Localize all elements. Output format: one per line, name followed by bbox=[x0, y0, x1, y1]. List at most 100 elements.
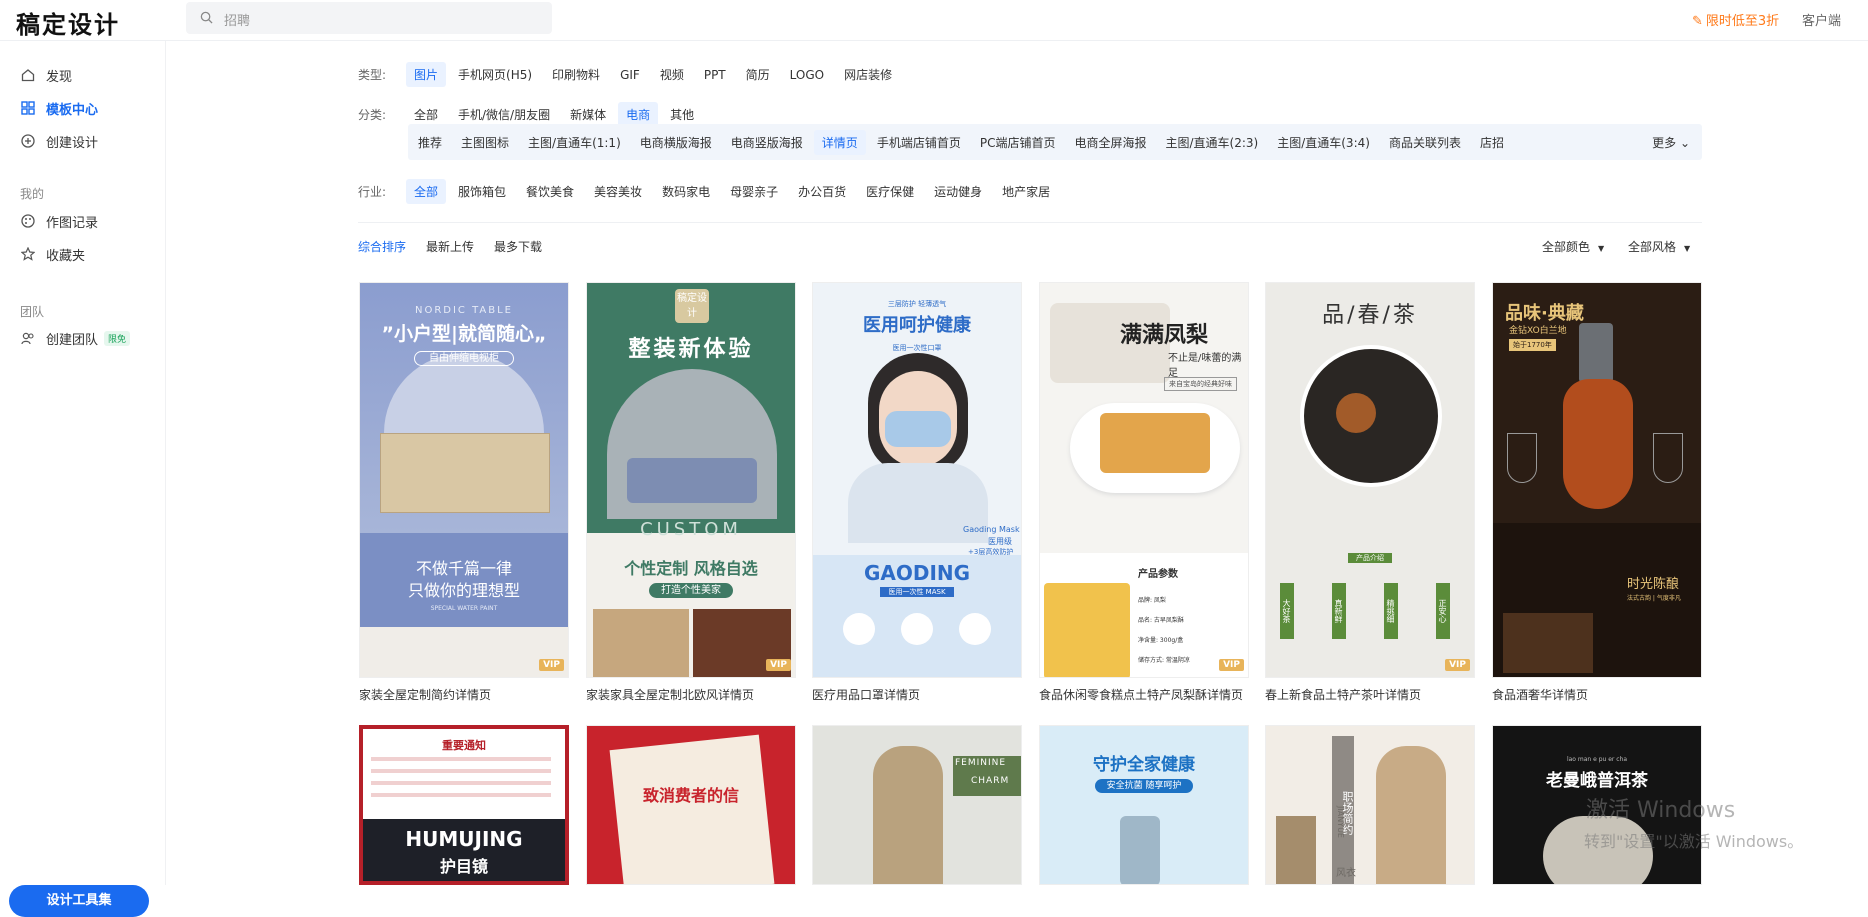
template-thumbnail[interactable]: 三层防护 轻薄透气 医用呵护健康 医用一次性口罩 Gaoding Mask 医用… bbox=[812, 282, 1022, 678]
type-chip[interactable]: 视频 bbox=[652, 62, 692, 87]
team-icon bbox=[20, 330, 36, 346]
sort-option[interactable]: 综合排序 bbox=[358, 238, 406, 255]
card-text: 法式古韵 | 气度非凡 bbox=[1627, 595, 1681, 602]
sidebar-item-label: 创建设计 bbox=[46, 135, 99, 151]
industry-chip[interactable]: 办公百货 bbox=[790, 179, 854, 204]
template-thumbnail[interactable]: NORDIC TABLE ”小户型|就简随心„ 自由伸缩电视柜 不做千篇一律 只… bbox=[359, 282, 569, 678]
sidebar-item-create[interactable]: 创建设计 bbox=[0, 126, 166, 156]
sidebar-item-templates[interactable]: 模板中心 bbox=[0, 93, 166, 123]
more-button[interactable]: 更多 ⌄ bbox=[1652, 134, 1690, 151]
template-thumbnail[interactable]: 重要通知 HUMUJING 护目镜 bbox=[359, 725, 569, 885]
sofa-image bbox=[627, 458, 757, 503]
search-box[interactable]: 招聘 bbox=[186, 2, 552, 34]
subcategory-chip[interactable]: 电商横版海报 bbox=[632, 130, 720, 155]
template-title[interactable]: 医疗用品口罩详情页 bbox=[812, 686, 1042, 703]
sort-row: 综合排序 最新上传 最多下载 bbox=[358, 238, 562, 255]
template-thumbnail[interactable]: 品/春/茶 产品介绍 大好茶 真新鲜 精挑细 正安心 VIP bbox=[1265, 282, 1475, 678]
subcategory-chip[interactable]: 主图/直通车(2:3) bbox=[1157, 130, 1266, 155]
caret-down-icon: ▼ bbox=[1684, 244, 1691, 253]
vip-badge: VIP bbox=[539, 659, 564, 671]
sidebar-item-history[interactable]: 作图记录 bbox=[0, 206, 166, 236]
template-title[interactable]: 春上新食品土特产茶叶详情页 bbox=[1265, 686, 1495, 703]
sidebar-item-discover[interactable]: 发现 bbox=[0, 60, 166, 90]
industry-chip[interactable]: 运动健身 bbox=[926, 179, 990, 204]
template-thumbnail[interactable]: FEMININE CHARM bbox=[812, 725, 1022, 885]
sort-option[interactable]: 最新上传 bbox=[426, 238, 474, 255]
promo-link[interactable]: ✎ 限时低至3折 bbox=[1692, 10, 1779, 29]
subcategory-chip[interactable]: 电商竖版海报 bbox=[723, 130, 811, 155]
industry-chip[interactable]: 服饰箱包 bbox=[450, 179, 514, 204]
card-text: 精挑细 bbox=[1384, 583, 1398, 639]
template-card[interactable]: 稿定设计 整装新体验 CUSTOM 个性定制 风格自选 打造个性美家 VIP 家… bbox=[586, 282, 796, 702]
template-card[interactable]: 满满凤梨 不止是/味蕾的满足 来自宝岛的经典好味 产品参数 品牌: 凤梨 品名:… bbox=[1039, 282, 1249, 702]
type-chip[interactable]: 网店装修 bbox=[836, 62, 900, 87]
type-chip[interactable]: 印刷物料 bbox=[544, 62, 608, 87]
subcategory-chip[interactable]: 商品关联列表 bbox=[1381, 130, 1469, 155]
template-card[interactable]: 品/春/茶 产品介绍 大好茶 真新鲜 精挑细 正安心 VIP 春上新食品土特产茶… bbox=[1265, 282, 1475, 702]
template-card[interactable]: 职场简约 JIANYUE 风衣 bbox=[1265, 725, 1475, 885]
subcategory-chip[interactable]: 主图/直通车(1:1) bbox=[520, 130, 629, 155]
type-chip[interactable]: 简历 bbox=[738, 62, 778, 87]
template-title[interactable]: 家装全屋定制简约详情页 bbox=[359, 686, 589, 703]
sort-option[interactable]: 最多下载 bbox=[494, 238, 542, 255]
style-dropdown[interactable]: 全部风格 ▼ bbox=[1628, 238, 1690, 255]
subcategory-chip[interactable]: 店招 bbox=[1472, 130, 1512, 155]
search-input[interactable]: 招聘 bbox=[224, 10, 250, 29]
sidebar-item-create-team[interactable]: 创建团队 限免 bbox=[0, 323, 166, 353]
subcategory-chip[interactable]: 详情页 bbox=[813, 129, 866, 155]
template-thumbnail[interactable]: 稿定设计 整装新体验 CUSTOM 个性定制 风格自选 打造个性美家 VIP bbox=[586, 282, 796, 678]
design-tools-button[interactable]: 设计工具集 bbox=[9, 885, 149, 917]
card-text: 储存方式: 常温阴凉 bbox=[1138, 657, 1190, 664]
client-link[interactable]: 客户端 bbox=[1802, 10, 1841, 29]
template-title[interactable]: 食品休闲零食糕点土特产凤梨酥详情页 bbox=[1039, 686, 1269, 703]
template-card[interactable]: 三层防护 轻薄透气 医用呵护健康 医用一次性口罩 Gaoding Mask 医用… bbox=[812, 282, 1022, 702]
subcategory-chip[interactable]: 主图/直通车(3:4) bbox=[1269, 130, 1378, 155]
industry-chip[interactable]: 全部 bbox=[406, 179, 447, 204]
template-card[interactable]: FEMININE CHARM bbox=[812, 725, 1022, 885]
windows-activation-watermark: 激活 Windows 转到"设置"以激活 Windows。 bbox=[1584, 792, 1803, 852]
template-thumbnail[interactable]: 满满凤梨 不止是/味蕾的满足 来自宝岛的经典好味 产品参数 品牌: 凤梨 品名:… bbox=[1039, 282, 1249, 678]
template-card[interactable]: 致消费者的信 bbox=[586, 725, 796, 885]
star-icon bbox=[20, 246, 36, 262]
app-logo[interactable]: 稿定设计 bbox=[16, 5, 120, 40]
chevron-down-icon: ⌄ bbox=[1679, 136, 1690, 150]
subcategory-chip[interactable]: 主图图标 bbox=[453, 130, 517, 155]
type-chip[interactable]: GIF bbox=[612, 64, 648, 86]
subcategory-chip[interactable]: PC端店铺首页 bbox=[972, 130, 1064, 155]
industry-chip[interactable]: 餐饮美食 bbox=[518, 179, 582, 204]
template-thumbnail[interactable]: 职场简约 JIANYUE 风衣 bbox=[1265, 725, 1475, 885]
subcategory-chip[interactable]: 推荐 bbox=[410, 130, 450, 155]
industry-chip[interactable]: 医疗保健 bbox=[858, 179, 922, 204]
template-thumbnail[interactable]: 致消费者的信 bbox=[586, 725, 796, 885]
template-title[interactable]: 家装家具全屋定制北欧风详情页 bbox=[586, 686, 816, 703]
type-chip[interactable]: LOGO bbox=[782, 64, 832, 86]
card-text: 来自宝岛的经典好味 bbox=[1164, 377, 1237, 391]
card-text: GAODING bbox=[863, 561, 971, 585]
industry-chip[interactable]: 地产家居 bbox=[994, 179, 1058, 204]
card-text: Gaoding Mask bbox=[963, 525, 1020, 534]
subcategory-chip[interactable]: 手机端店铺首页 bbox=[869, 130, 969, 155]
template-title[interactable]: 食品酒奢华详情页 bbox=[1492, 686, 1722, 703]
color-dropdown[interactable]: 全部颜色 ▼ bbox=[1542, 238, 1604, 255]
card-text: 只做你的理想型 bbox=[407, 581, 520, 600]
card-text: lao man e pu er cha bbox=[1566, 756, 1628, 763]
card-text: CHARM bbox=[971, 776, 1010, 786]
industry-chip[interactable]: 母婴亲子 bbox=[722, 179, 786, 204]
sidebar-item-favorites[interactable]: 收藏夹 bbox=[0, 239, 166, 269]
template-thumbnail[interactable]: 守护全家健康 安全抗菌 随享呵护 bbox=[1039, 725, 1249, 885]
template-card[interactable]: 守护全家健康 安全抗菌 随享呵护 bbox=[1039, 725, 1249, 885]
card-text: 净含量: 300g/盒 bbox=[1138, 637, 1184, 644]
sidebar-item-label: 模板中心 bbox=[46, 102, 99, 118]
industry-chip[interactable]: 数码家电 bbox=[654, 179, 718, 204]
more-label: 更多 bbox=[1652, 136, 1677, 150]
template-thumbnail[interactable]: 品味·典藏 金钻XO白兰地 始于1770年 时光陈酿 法式古韵 | 气度非凡 bbox=[1492, 282, 1702, 678]
type-chip[interactable]: 图片 bbox=[406, 62, 447, 87]
subcategory-chip[interactable]: 电商全屏海报 bbox=[1066, 130, 1154, 155]
type-chip[interactable]: 手机网页(H5) bbox=[450, 62, 540, 87]
industry-chip[interactable]: 美容美妆 bbox=[586, 179, 650, 204]
template-card[interactable]: 重要通知 HUMUJING 护目镜 bbox=[359, 725, 569, 885]
template-card[interactable]: 品味·典藏 金钻XO白兰地 始于1770年 时光陈酿 法式古韵 | 气度非凡 食… bbox=[1492, 282, 1702, 702]
card-text: 品/春/茶 bbox=[1322, 303, 1418, 328]
type-chip[interactable]: PPT bbox=[696, 64, 734, 86]
template-card[interactable]: NORDIC TABLE ”小户型|就简随心„ 自由伸缩电视柜 不做千篇一律 只… bbox=[359, 282, 569, 702]
